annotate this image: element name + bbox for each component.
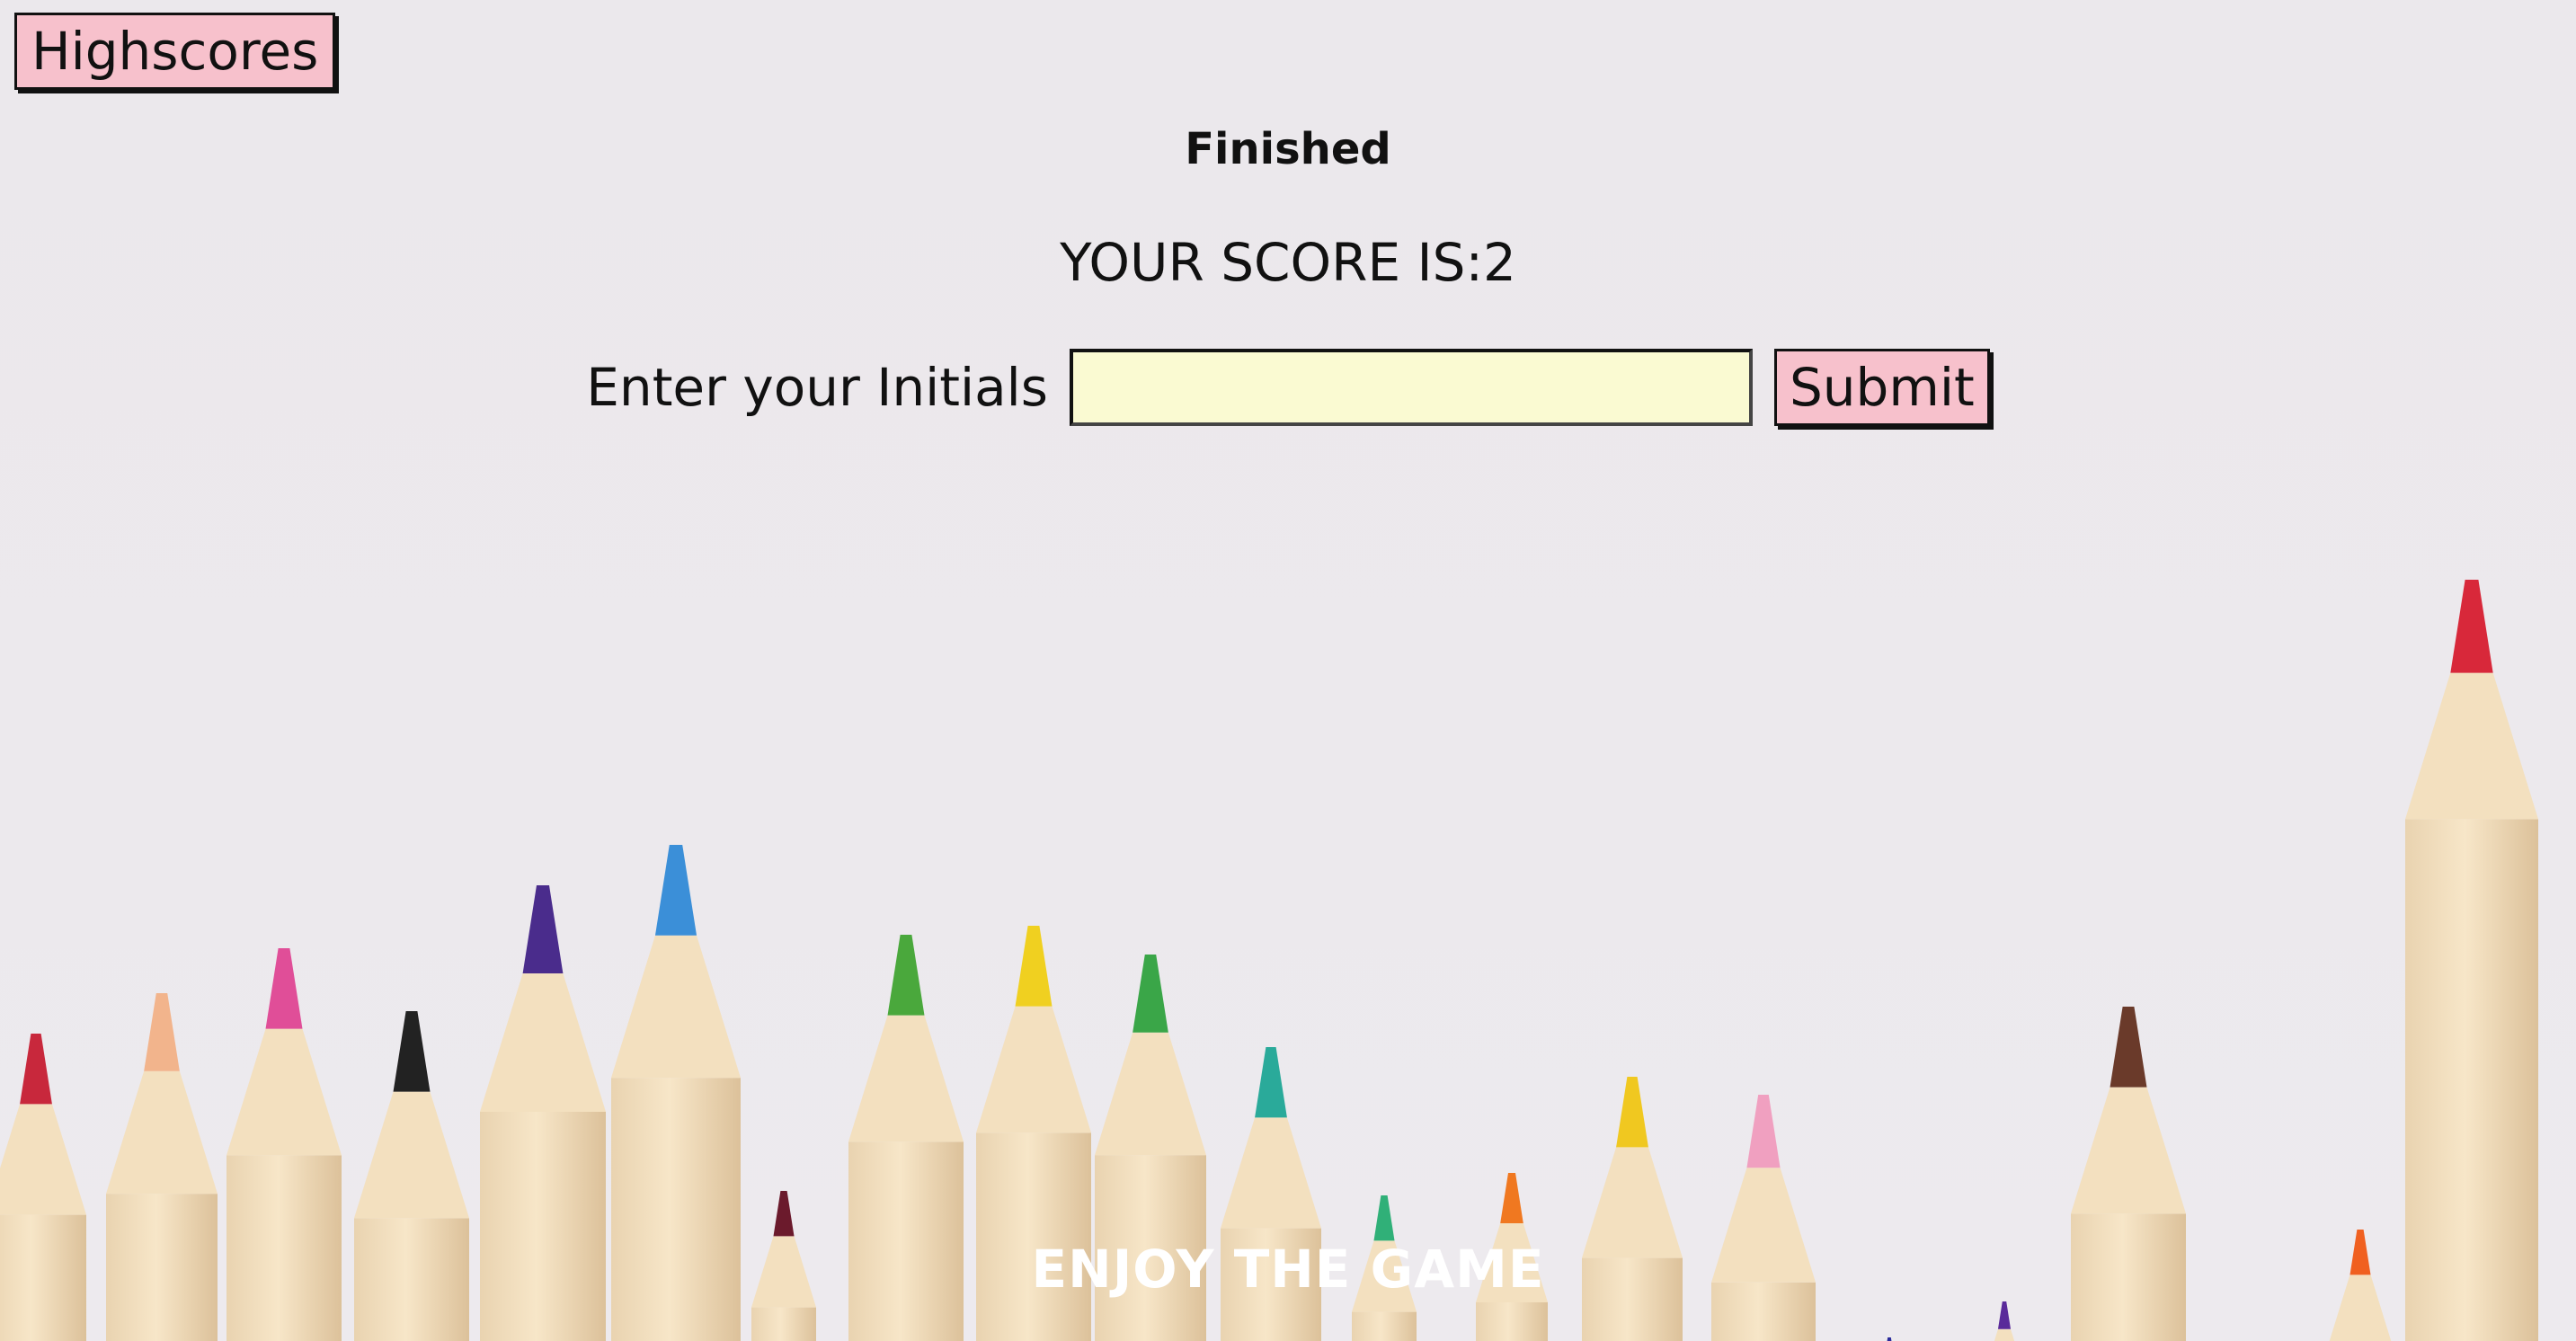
game-screen: Highscores Finished YOUR SCORE IS:2 Ente… — [0, 0, 2576, 1341]
score-display: YOUR SCORE IS:2 — [1060, 232, 1516, 293]
initials-label: Enter your Initials — [586, 357, 1048, 418]
highscores-button[interactable]: Highscores — [14, 13, 336, 90]
submit-button[interactable]: Submit — [1773, 349, 1990, 426]
initials-input[interactable] — [1069, 349, 1753, 426]
pencil-icon — [1994, 1301, 2015, 1341]
status-title: Finished — [1185, 124, 1391, 174]
initials-form: Enter your Initials Submit — [0, 349, 2576, 426]
pencil-icon — [1711, 1095, 1816, 1341]
footer-tagline: ENJOY THE GAME — [1031, 1239, 1545, 1300]
pencil-icon — [1582, 1077, 1683, 1341]
pencil-icon — [2405, 580, 2538, 1341]
pencil-icon — [1887, 1337, 1892, 1341]
colored-pencils-background-icon — [0, 580, 2538, 1341]
